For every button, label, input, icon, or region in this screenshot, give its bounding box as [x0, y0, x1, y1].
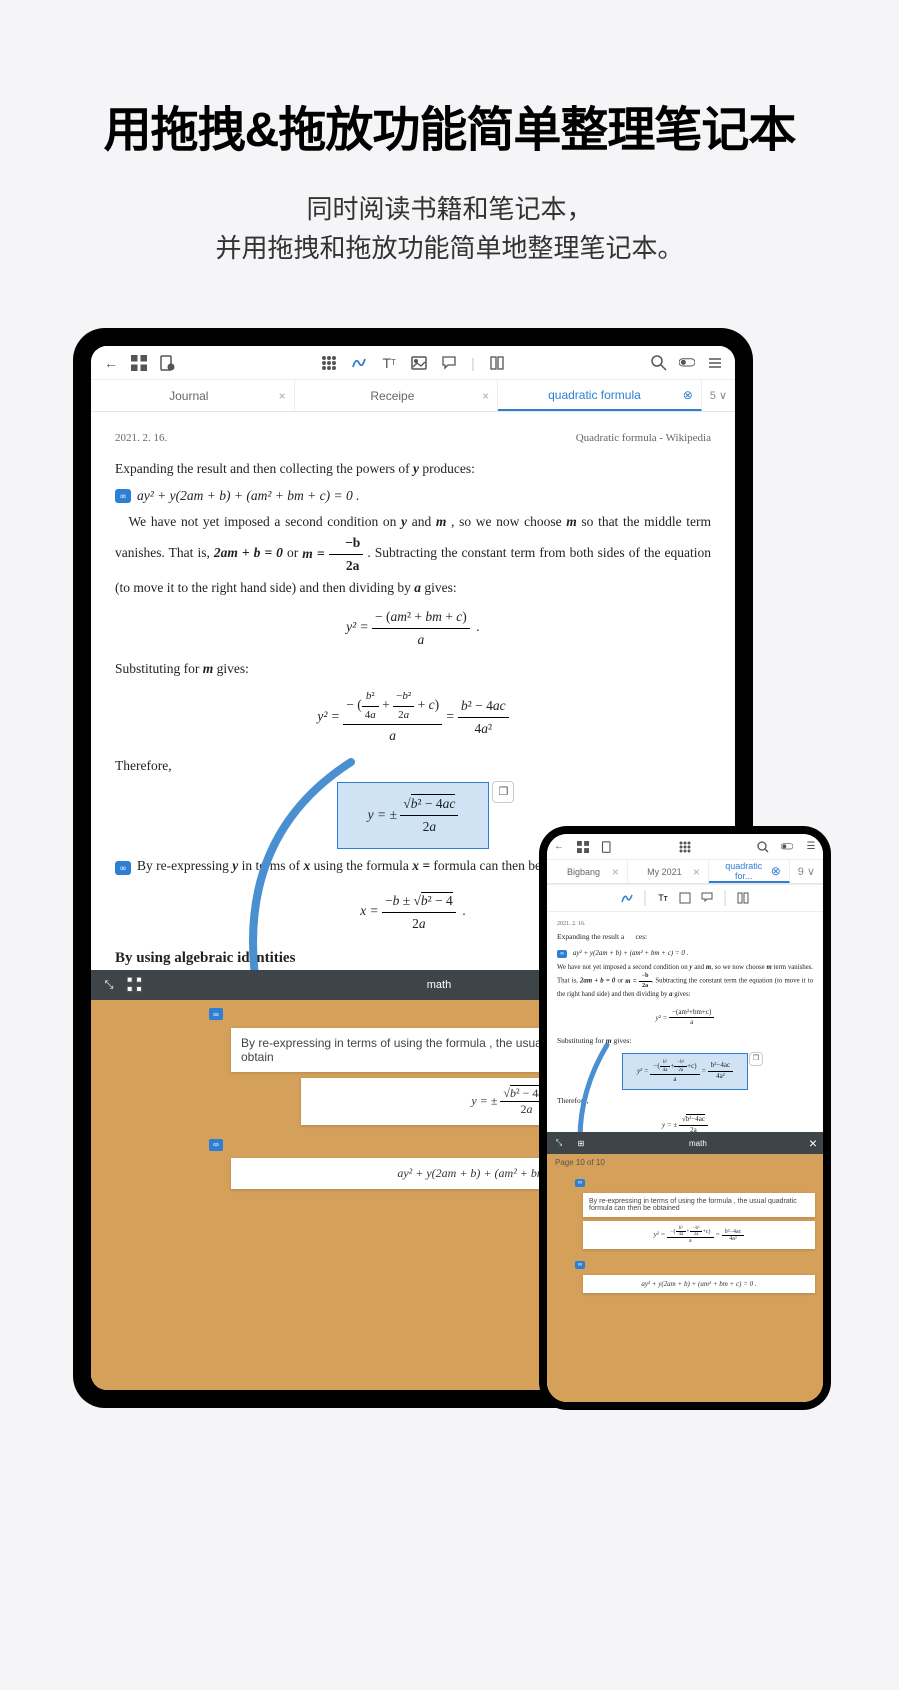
tab-count[interactable]: 5 ∨: [702, 389, 735, 402]
grid-icon[interactable]: [577, 841, 589, 853]
notebook-add-icon[interactable]: [601, 841, 613, 853]
phone-notepad[interactable]: ⤡ ⊞ math × Page 10 of 10 ∞ By re-express…: [547, 1132, 823, 1402]
split-icon[interactable]: [489, 355, 505, 371]
pen-icon[interactable]: [621, 892, 633, 904]
selection-box[interactable]: ❐ y = ± √b² − 4ac2a: [337, 782, 490, 848]
tab-quadratic[interactable]: quadratic for...⊗: [709, 860, 790, 883]
text-format-icon[interactable]: Tᴛ: [657, 892, 669, 904]
tab-my2021[interactable]: My 2021×: [628, 860, 709, 883]
link-badge[interactable]: ∞: [575, 1261, 585, 1269]
image-icon[interactable]: [679, 892, 691, 904]
link-badge[interactable]: ∞: [209, 1008, 223, 1020]
copy-icon[interactable]: ❐: [749, 1052, 763, 1066]
link-badge[interactable]: ∞: [115, 861, 131, 875]
collapse-arrows-icon[interactable]: ⤡: [553, 1137, 565, 1149]
comment-icon[interactable]: [701, 892, 713, 904]
close-icon[interactable]: ×: [279, 389, 286, 403]
link-badge[interactable]: ∞: [209, 1139, 223, 1151]
notepad-title: math: [597, 1139, 799, 1148]
tab-journal[interactable]: Journal×: [91, 380, 295, 411]
menu-icon[interactable]: [707, 355, 723, 371]
pen-icon[interactable]: [351, 355, 367, 371]
tab-receipe[interactable]: Receipe×: [295, 380, 499, 411]
hero-title: 用拖拽&拖放功能简单整理笔记本: [0, 90, 899, 160]
text-format-icon[interactable]: TT: [381, 355, 397, 371]
equation-selected: y = ± √b² − 4ac2a: [368, 807, 459, 822]
toggle-icon[interactable]: [679, 355, 695, 371]
close-icon[interactable]: ×: [809, 1135, 817, 1151]
image-icon[interactable]: [411, 355, 427, 371]
device-mockups: ← TT: [0, 328, 899, 1428]
equation: y² = − (b²4a + −b²2a + c)a = b² − 4ac4a²: [115, 688, 711, 747]
back-icon[interactable]: ←: [553, 841, 565, 853]
hero-subtitle: 同时阅读书籍和笔记本， 并用拖拽和拖放功能简单地整理笔记本。: [0, 190, 899, 268]
page-indicator: Page 10 of 10: [547, 1154, 823, 1171]
equation: ay² + y(2am + b) + (am² + bm + c) = 0 .: [137, 485, 359, 507]
tab-quadratic[interactable]: quadratic formula⊗: [498, 380, 702, 411]
search-icon[interactable]: [757, 841, 769, 853]
note-equation-card[interactable]: y² = −(b²4a+−b²2a+c)a = b²−4ac4a²: [583, 1221, 815, 1249]
collapse-arrows-icon[interactable]: ⤡: [101, 977, 117, 993]
doc-date: 2021. 2. 16.: [115, 430, 167, 448]
note-equation-card[interactable]: ay² + y(2am + b) + (am² + bm + c) = 0 .: [583, 1275, 815, 1293]
close-icon[interactable]: ×: [482, 389, 489, 403]
copy-icon[interactable]: ❐: [492, 781, 514, 803]
link-badge[interactable]: ∞: [575, 1179, 585, 1187]
close-icon[interactable]: ⊗: [683, 388, 693, 402]
selection-box[interactable]: ❐ y² = −(b²4a+−b²2a+c)a = b²−4ac4a²: [622, 1053, 748, 1091]
note-card[interactable]: By re-expressing in terms of using the f…: [583, 1193, 815, 1217]
link-badge[interactable]: ∞: [115, 489, 131, 503]
grid-icon[interactable]: ⊞: [575, 1137, 587, 1149]
menu-icon[interactable]: ☰: [805, 841, 817, 853]
link-badge[interactable]: ∞: [557, 950, 567, 958]
notebook-add-icon[interactable]: [159, 355, 175, 371]
back-icon[interactable]: ←: [103, 355, 119, 371]
comment-icon[interactable]: [441, 355, 457, 371]
phone-screen: ←: [547, 834, 823, 1402]
phone-top-toolbar: ←: [547, 834, 823, 860]
phone-frame: ←: [539, 826, 831, 1410]
grid-icon[interactable]: [127, 977, 143, 993]
phone-tabs: Bigbang× My 2021× quadratic for...⊗ 9 ∨: [547, 860, 823, 884]
apps-icon[interactable]: [679, 841, 691, 853]
phone-sub-toolbar: | Tᴛ |: [547, 884, 823, 912]
toggle-icon[interactable]: [781, 841, 793, 853]
tab-count[interactable]: 9 ∨: [790, 865, 823, 878]
equation: y² = − (am² + bm + c)a .: [115, 606, 711, 650]
split-icon[interactable]: [737, 892, 749, 904]
apps-icon[interactable]: [321, 355, 337, 371]
search-icon[interactable]: [651, 355, 667, 371]
grid-icon[interactable]: [131, 355, 147, 371]
tab-bigbang[interactable]: Bigbang×: [547, 860, 628, 883]
doc-source: Quadratic formula - Wikipedia: [576, 430, 711, 448]
tablet-tabs: Journal× Receipe× quadratic formula⊗ 5 ∨: [91, 380, 735, 412]
tablet-top-toolbar: ← TT: [91, 346, 735, 380]
doc-date: 2021. 2. 16.: [557, 920, 586, 928]
